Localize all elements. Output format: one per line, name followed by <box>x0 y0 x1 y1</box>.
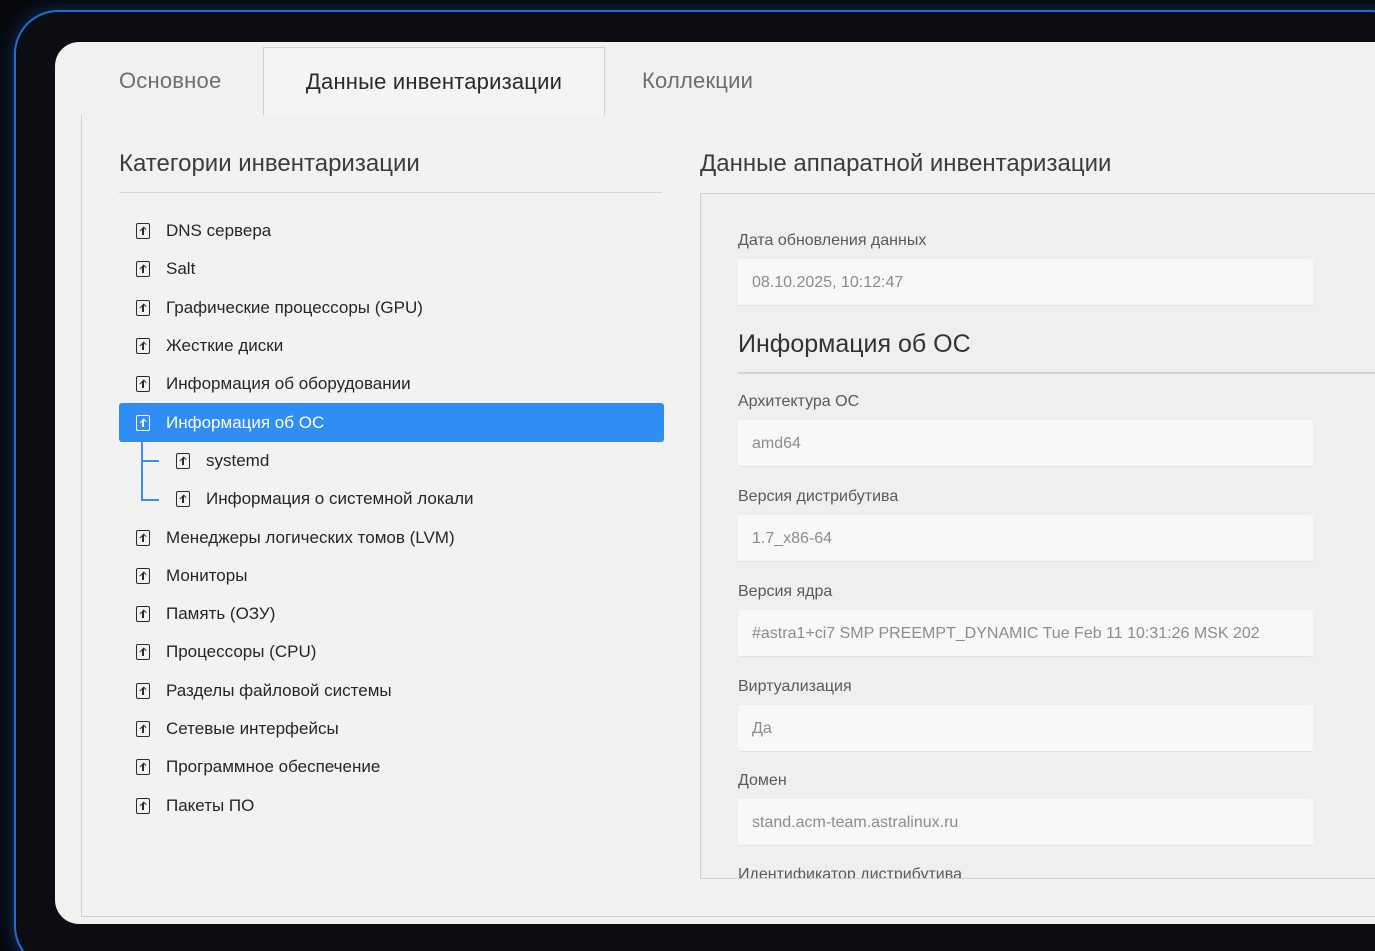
tree-item-dns[interactable]: DNS сервера <box>119 212 664 250</box>
tree-item-disks[interactable]: Жесткие диски <box>119 327 664 365</box>
tree-item-gpu[interactable]: Графические процессоры (GPU) <box>119 289 664 327</box>
document-icon <box>136 759 150 776</box>
updated-field[interactable]: 08.10.2025, 10:12:47 <box>738 259 1313 306</box>
tree-item-lvm[interactable]: Менеджеры логических томов (LVM) <box>119 518 664 556</box>
tab-main[interactable]: Основное <box>119 42 221 116</box>
distro-id-label: Идентификатор дистрибутива <box>738 866 962 879</box>
document-icon <box>136 261 150 278</box>
tree-item-label: Графические процессоры (GPU) <box>166 297 423 317</box>
tree-item-cpu[interactable]: Процессоры (CPU) <box>119 633 664 671</box>
tree-item-locale[interactable]: Информация о системной локали <box>119 480 664 518</box>
virtualization-field[interactable]: Да <box>738 705 1313 752</box>
document-icon <box>136 606 150 623</box>
tree-item-label: Разделы файловой системы <box>166 680 392 700</box>
hardware-inventory-title: Данные аппаратной инвентаризации <box>700 150 1112 177</box>
tree-item-label: Пакеты ПО <box>166 795 255 815</box>
virtualization-label: Виртуализация <box>738 678 852 695</box>
tree-item-software[interactable]: Программное обеспечение <box>119 748 664 786</box>
document-icon <box>136 567 150 584</box>
os-arch-label: Архитектура ОС <box>738 393 860 410</box>
document-icon <box>136 299 150 316</box>
document-icon <box>136 529 150 546</box>
categories-title: Категории инвентаризации <box>119 150 420 177</box>
category-tree: DNS сервера Salt Графические процессоры … <box>119 212 664 825</box>
os-section-title: Информация об ОС <box>738 330 971 358</box>
tree-item-os-info[interactable]: Информация об ОС <box>119 403 664 442</box>
tree-item-systemd[interactable]: systemd <box>119 442 664 480</box>
tree-item-label: Информация об оборудовании <box>166 374 411 394</box>
tree-item-label: Жесткие диски <box>166 336 284 356</box>
tree-item-label: Процессоры (CPU) <box>166 642 317 662</box>
tree-item-salt[interactable]: Salt <box>119 250 664 288</box>
tree-item-label: Менеджеры логических томов (LVM) <box>166 527 455 547</box>
tree-item-packages[interactable]: Пакеты ПО <box>119 786 664 824</box>
tree-item-label: Мониторы <box>166 565 248 585</box>
distro-version-field[interactable]: 1.7_x86-64 <box>738 515 1313 562</box>
divider <box>738 372 1375 374</box>
document-icon <box>136 797 150 814</box>
document-icon <box>136 376 150 393</box>
document-icon <box>136 414 150 431</box>
tree-item-network[interactable]: Сетевые интерфейсы <box>119 710 664 748</box>
tab-bar: Основное Данные инвентаризации Коллекции <box>55 42 1375 117</box>
document-icon <box>136 644 150 661</box>
tree-item-memory[interactable]: Память (ОЗУ) <box>119 595 664 633</box>
divider <box>119 192 662 193</box>
document-icon <box>176 452 190 469</box>
inventory-details-panel[interactable]: Дата обновления данных 08.10.2025, 10:12… <box>700 193 1375 879</box>
document-icon <box>176 491 190 508</box>
app-window: Основное Данные инвентаризации Коллекции… <box>55 42 1375 924</box>
kernel-version-field[interactable]: #astra1+ci7 SMP PREEMPT_DYNAMIC Tue Feb … <box>738 610 1313 657</box>
tree-item-label: Программное обеспечение <box>166 757 381 777</box>
tree-item-label: Информация об ОС <box>166 412 325 432</box>
document-icon <box>136 223 150 240</box>
tree-item-label: Информация о системной локали <box>206 489 474 509</box>
tree-item-label: Salt <box>166 259 196 279</box>
distro-version-label: Версия дистрибутива <box>738 488 899 505</box>
kernel-version-label: Версия ядра <box>738 583 833 600</box>
domain-label: Домен <box>738 772 787 789</box>
document-icon <box>136 338 150 355</box>
tree-item-monitors[interactable]: Мониторы <box>119 557 664 595</box>
document-icon <box>136 721 150 737</box>
updated-label: Дата обновления данных <box>738 232 927 249</box>
tab-collections[interactable]: Коллекции <box>642 42 753 116</box>
tree-item-hardware[interactable]: Информация об оборудовании <box>119 365 664 403</box>
os-arch-field[interactable]: amd64 <box>738 420 1313 467</box>
tree-item-label: Сетевые интерфейсы <box>166 719 339 738</box>
tab-inventory-data[interactable]: Данные инвентаризации <box>263 47 605 117</box>
domain-field[interactable]: stand.acm-team.astralinux.ru <box>738 799 1313 846</box>
tree-item-label: systemd <box>206 450 270 470</box>
document-icon <box>136 682 150 699</box>
tree-item-partitions[interactable]: Разделы файловой системы <box>119 672 664 710</box>
tree-item-label: DNS сервера <box>166 221 272 241</box>
tree-item-label: Память (ОЗУ) <box>166 604 276 624</box>
